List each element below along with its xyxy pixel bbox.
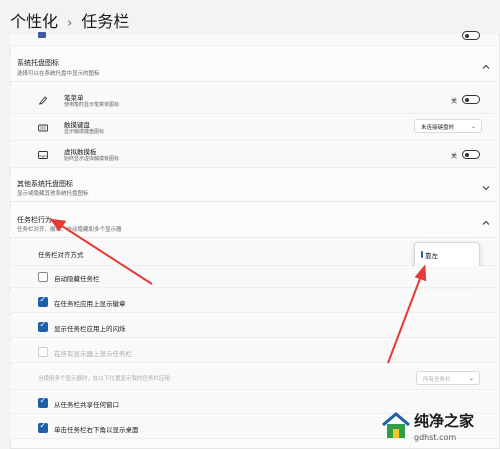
cut-off-row [10,31,498,46]
chevron-down-icon: ⌄ [470,123,476,130]
house-logo-icon [382,412,410,438]
tray-subtitle: 选择可以在系统托盘中显示的图标 [17,71,100,77]
virtual-touchpad-toggle[interactable] [462,150,480,159]
checkbox-label: 单击任务栏右下角以显示桌面 [54,426,139,434]
tray-item-keyboard: 触摸键盘 显示触摸键盘图标 未连接键盘时 ⌄ [10,115,498,141]
watermark-name: 纯净之家 [414,412,475,430]
touch-keyboard-dropdown[interactable]: 未连接键盘时 ⌄ [414,119,482,133]
tray-card[interactable]: 系统托盘图标 选择可以在系统托盘中显示的图标 [10,54,498,82]
keyboard-icon [38,124,48,132]
checkbox-label: 在任务栏应用上显示徽章 [54,300,126,308]
touchpad-icon [38,151,48,159]
pen-menu-toggle[interactable] [462,95,480,104]
alignment-label: 任务栏对齐方式 [38,251,84,259]
breadcrumb-current: 任务栏 [81,12,130,31]
tray-item-pen: 笔菜单 使用笔时显示笔菜单图标 关 [10,86,498,114]
checkbox-row[interactable]: 自动隐藏任务栏 [10,266,498,288]
checkbox [38,347,48,357]
multi-display-row: 当使用多个显示器时，在以下位置显示我的任务栏应用 所有任务栏 ⌄ [10,366,498,390]
checkbox-label: 显示任务栏应用上的闪烁 [54,325,126,333]
behavior-subtitle: 任务栏对齐、徽章、自动隐藏和多个显示器 [17,227,122,233]
checkbox-label: 自动隐藏任务栏 [54,275,100,283]
watermark: 纯净之家 gdhst.com [380,408,500,449]
dropdown-value: 未连接键盘时 [421,125,455,131]
other-tray-title: 其他系统托盘图标 [17,180,73,188]
behavior-title: 任务栏行为 [17,216,52,224]
toggle-state-label: 关 [450,153,457,160]
other-tray-card[interactable]: 其他系统托盘图标 显示或隐藏其他系统托盘图标 [10,174,498,202]
checkbox-label: 在所有显示器上显示任务栏 [54,350,132,358]
checkbox[interactable] [38,421,48,433]
checkbox-row[interactable]: 显示任务栏应用上的闪烁 [10,316,498,338]
behavior-card[interactable]: 任务栏行为 任务栏对齐、徽章、自动隐藏和多个显示器 [10,208,498,238]
cut-off-icon [38,32,46,38]
breadcrumb-parent[interactable]: 个性化 [10,12,58,31]
chevron-down-icon: ⌄ [468,375,474,382]
pen-icon [39,96,48,105]
watermark-url: gdhst.com [414,433,457,442]
tray-item-desc: 始终显示虚拟触摸板图标 [64,156,120,162]
chevron-up-icon[interactable] [482,219,490,227]
tray-item-desc: 使用笔时显示笔菜单图标 [64,102,120,108]
selected-indicator [421,251,423,258]
chevron-down-icon[interactable] [482,184,490,192]
dropdown-value: 所有任务栏 [423,377,451,383]
multi-display-dropdown: 所有任务栏 ⌄ [416,371,480,385]
alignment-option-left[interactable]: 靠左 [425,250,438,260]
breadcrumb-separator: › [67,16,73,31]
checkbox[interactable] [38,295,48,307]
other-tray-subtitle: 显示或隐藏其他系统托盘图标 [17,191,89,197]
tray-item-desc: 显示触摸键盘图标 [64,129,105,135]
checkbox[interactable] [38,272,48,282]
page-title: 个性化 › 任务栏 [10,8,129,32]
chevron-up-icon[interactable] [482,63,490,71]
tray-item-touchpad: 虚拟触摸板 始终显示虚拟触摸板图标 关 [10,142,498,168]
tray-title: 系统托盘图标 [17,59,59,67]
checkbox[interactable] [38,320,48,332]
cut-off-toggle[interactable] [462,31,480,40]
checkbox[interactable] [38,396,48,408]
checkbox-row: 在所有显示器上显示任务栏 [10,341,498,363]
multi-display-label: 当使用多个显示器时，在以下位置显示我的任务栏应用 [38,376,171,382]
checkbox-row[interactable]: 在任务栏应用上显示徽章 [10,291,498,313]
toggle-state-label: 关 [450,98,457,105]
checkbox-label: 从任务栏共享任何窗口 [54,401,119,409]
